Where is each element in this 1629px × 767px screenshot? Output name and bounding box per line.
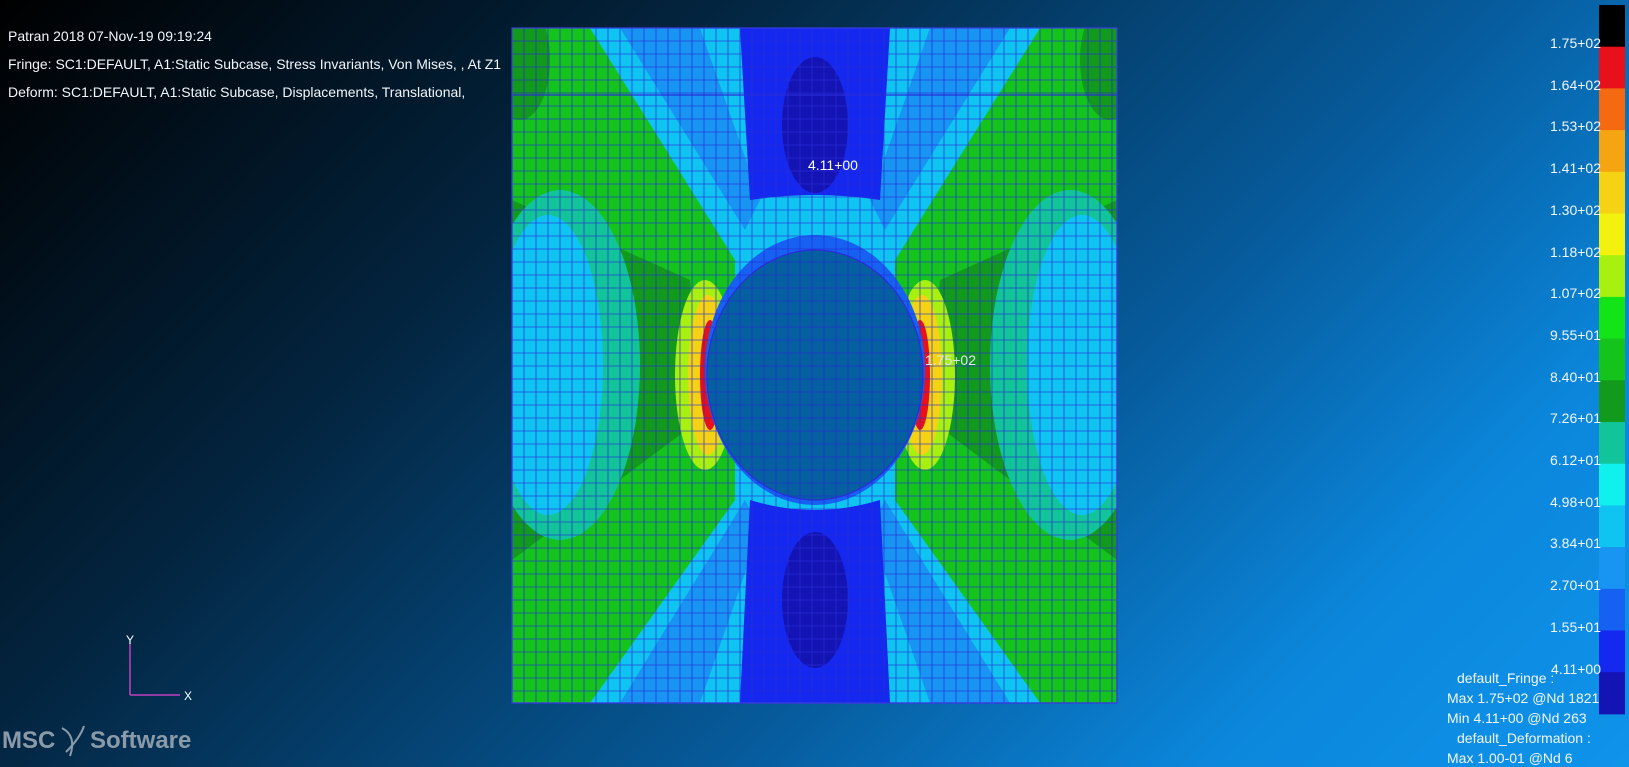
legend-swatch bbox=[1599, 422, 1625, 465]
triad-x-label: X bbox=[184, 689, 192, 703]
legend-color-bar bbox=[1599, 5, 1625, 715]
summary-deform-max: Max 1.00-01 @Nd 6 bbox=[1447, 750, 1573, 766]
summary-max: Max 1.75+02 @Nd 1821 bbox=[1447, 690, 1600, 706]
legend-label: 1.18+02 bbox=[1550, 243, 1601, 260]
legend-label: 1.53+02 bbox=[1550, 118, 1601, 135]
legend-swatch bbox=[1599, 505, 1625, 548]
legend-label: 1.07+02 bbox=[1550, 285, 1601, 302]
legend-swatch bbox=[1599, 88, 1625, 131]
legend-swatch bbox=[1599, 380, 1625, 423]
msc-software-logo: MSC Software bbox=[2, 725, 191, 757]
legend-label: 9.55+01 bbox=[1550, 326, 1601, 343]
legend-swatch bbox=[1599, 213, 1625, 256]
axis-triad: Y X bbox=[126, 635, 192, 703]
legend-swatch bbox=[1599, 5, 1625, 48]
min-marker-label: 4.11+00 bbox=[808, 157, 858, 173]
legend-swatch bbox=[1599, 672, 1625, 715]
legend-label: 3.84+01 bbox=[1550, 535, 1601, 552]
fem-plot[interactable]: 4.11+00 1.75+02 bbox=[0, 0, 1629, 767]
legend-swatch bbox=[1599, 338, 1625, 381]
legend-label: 1.41+02 bbox=[1550, 160, 1601, 177]
legend-swatch bbox=[1599, 630, 1625, 673]
legend-swatch bbox=[1599, 171, 1625, 214]
legend-label: 1.30+02 bbox=[1550, 201, 1601, 218]
legend-swatch bbox=[1599, 255, 1625, 298]
summary-fringe-name: default_Fringe : bbox=[1457, 670, 1555, 686]
legend-label: 4.98+01 bbox=[1550, 493, 1601, 510]
summary-min: Min 4.11+00 @Nd 263 bbox=[1447, 710, 1587, 726]
legend-label: 6.12+01 bbox=[1550, 452, 1601, 468]
triad-y-label: Y bbox=[126, 635, 134, 647]
legend-label: 7.26+01 bbox=[1550, 410, 1601, 427]
legend-label: 1.64+02 bbox=[1550, 76, 1601, 93]
legend-swatch bbox=[1599, 130, 1625, 173]
max-marker-label: 1.75+02 bbox=[925, 352, 976, 368]
legend-label: 1.55+01 bbox=[1550, 618, 1601, 635]
legend-label: 1.75+02 bbox=[1550, 35, 1601, 51]
legend-swatch bbox=[1599, 547, 1625, 590]
logo-msc: MSC bbox=[2, 727, 55, 754]
legend-swatch bbox=[1599, 588, 1625, 631]
legend-label: 2.70+01 bbox=[1550, 577, 1601, 594]
legend-label: 8.40+01 bbox=[1550, 368, 1601, 385]
legend-swatch bbox=[1599, 46, 1625, 89]
legend-swatch bbox=[1599, 463, 1625, 506]
summary-deform-name: default_Deformation : bbox=[1457, 730, 1591, 746]
hole bbox=[707, 250, 923, 500]
logo-software: Software bbox=[90, 727, 191, 754]
legend-swatch bbox=[1599, 296, 1625, 340]
